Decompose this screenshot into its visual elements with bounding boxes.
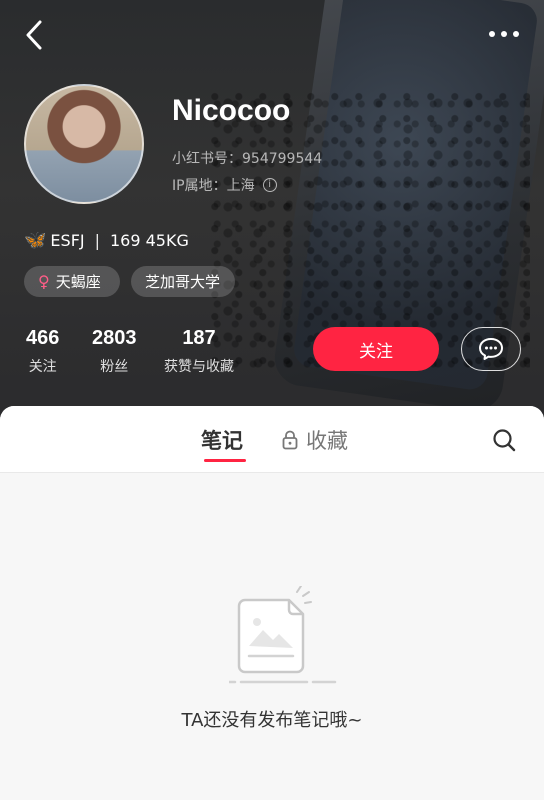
bio-separator: |: [94, 231, 100, 250]
female-symbol-icon: ♀: [38, 272, 50, 291]
stat-fans[interactable]: 2803 粉丝: [92, 327, 137, 376]
ip-location: IP属地：上海 i: [172, 175, 277, 195]
xhs-id: 小红书号：954799544: [172, 151, 323, 167]
butterfly-icon: 🦋: [24, 230, 47, 251]
back-chevron-icon[interactable]: [20, 18, 50, 52]
info-icon[interactable]: i: [262, 178, 277, 192]
bio: 🦋 ESFJ | 169 45KG: [24, 230, 189, 251]
username: Nicocoo: [172, 94, 291, 127]
empty-state-message: TA还没有发布笔记哦~: [181, 710, 363, 731]
content-card: 笔记 收藏 TA还没有发布笔记哦~: [0, 406, 544, 800]
stat-likes-count: 187: [182, 327, 216, 349]
profile-header: Nicocoo 小红书号：954799544 IP属地：上海 i 🦋 ESFJ …: [0, 0, 544, 420]
bio-mbti: ESFJ: [50, 231, 85, 250]
follow-button[interactable]: 关注: [313, 327, 439, 371]
chat-bubble-icon: [479, 338, 503, 360]
gender-zodiac-tag: ♀ 天蝎座: [24, 266, 120, 297]
stat-fans-count: 2803: [92, 327, 137, 349]
bio-body: 169 45KG: [110, 231, 189, 250]
tab-notes-label: 笔记: [201, 429, 243, 453]
chat-button[interactable]: [461, 327, 521, 371]
zodiac-label: 天蝎座: [55, 273, 101, 291]
stat-fans-label: 粉丝: [100, 359, 129, 375]
stat-following-label: 关注: [28, 359, 57, 375]
active-tab-indicator: [204, 459, 246, 462]
tab-collections[interactable]: 收藏: [282, 425, 348, 455]
school-tag[interactable]: 芝加哥大学: [131, 266, 235, 297]
school-label: 芝加哥大学: [145, 273, 221, 291]
more-dots-icon[interactable]: [486, 24, 522, 44]
stat-likes-collections[interactable]: 187 获赞与收藏: [164, 327, 234, 376]
empty-note-illustration: [229, 586, 337, 684]
stat-following-count: 466: [26, 327, 60, 349]
tab-notes[interactable]: 笔记: [201, 425, 243, 455]
stat-following[interactable]: 466 关注: [26, 327, 59, 376]
search-icon[interactable]: [492, 428, 516, 452]
stat-likes-label: 获赞与收藏: [164, 359, 234, 375]
tab-collections-label: 收藏: [306, 429, 348, 453]
lock-icon: [282, 430, 298, 450]
ip-location-text: IP属地：上海: [172, 178, 255, 194]
avatar[interactable]: [24, 84, 144, 204]
tab-bar: 笔记 收藏: [0, 406, 544, 473]
